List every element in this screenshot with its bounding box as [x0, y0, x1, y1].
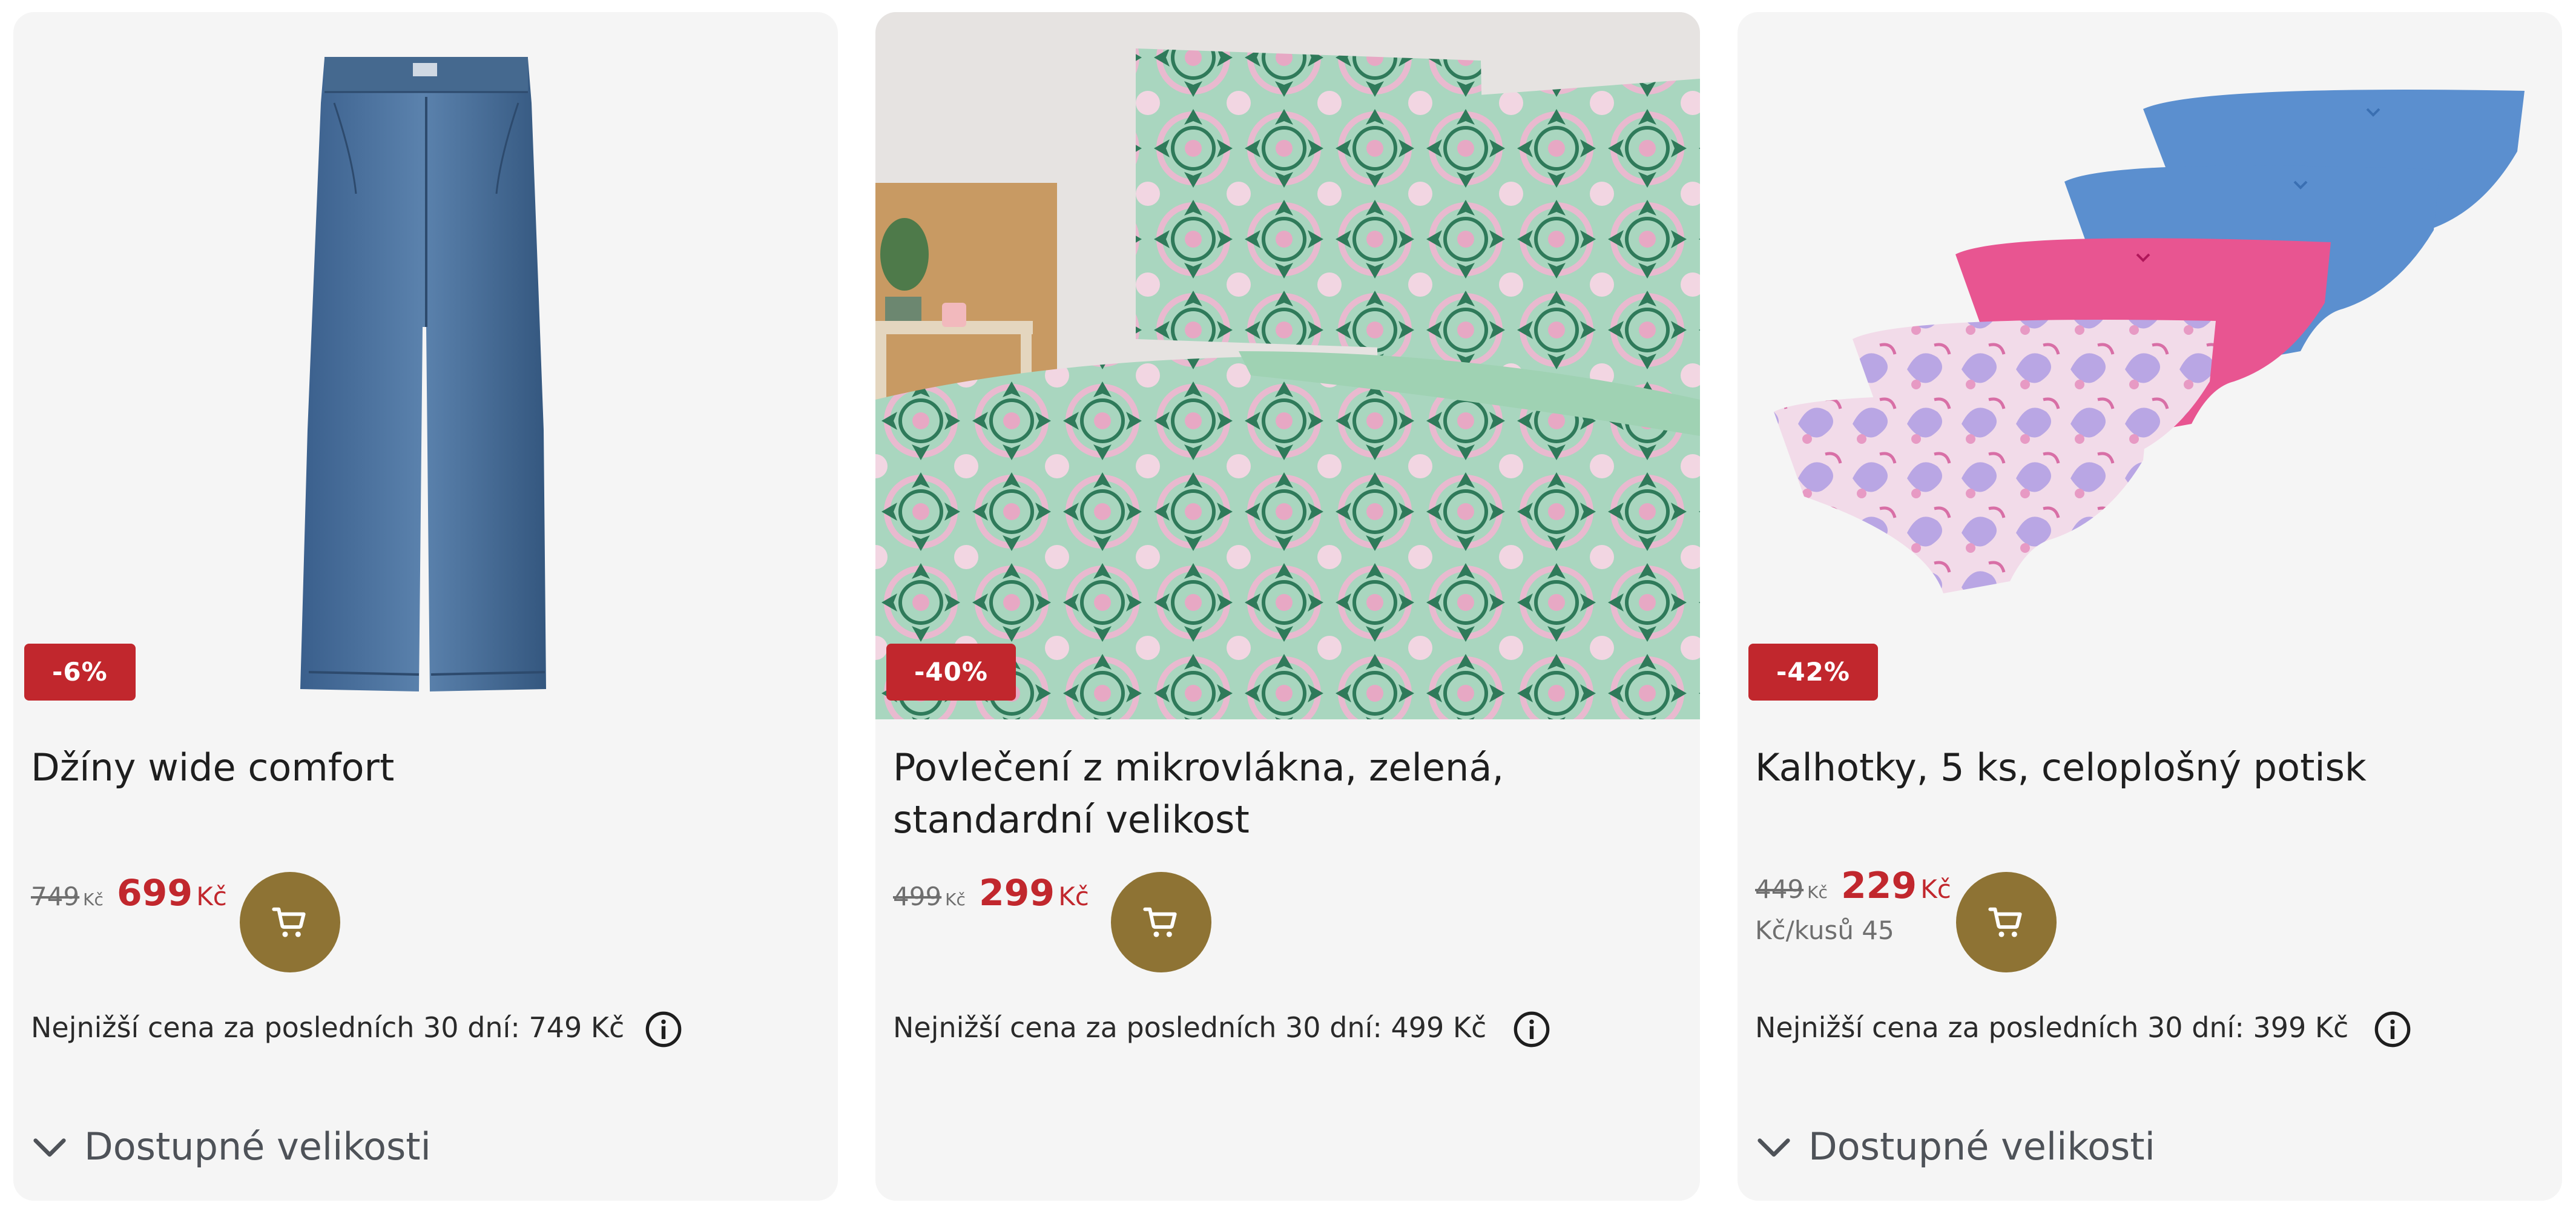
- sale-price: 699: [116, 872, 193, 914]
- chevron-down-icon: [1757, 1138, 1790, 1157]
- old-price-currency: Kč: [83, 889, 104, 909]
- product-image[interactable]: -40%: [875, 12, 1700, 719]
- product-grid: -6% Džíny wide comfort 749 Kč 699 Kč Nejniž…: [0, 0, 2576, 1211]
- old-price: 449: [1755, 874, 1804, 904]
- sale-price-currency: Kč: [196, 882, 227, 911]
- product-title[interactable]: Povlečení z mikrovlákna, zelená, standar…: [893, 742, 1680, 846]
- discount-badge: -40%: [886, 644, 1016, 701]
- add-to-cart-button[interactable]: [240, 872, 340, 972]
- product-card[interactable]: -40% Povlečení z mikrovlákna, zelená, st…: [875, 12, 1700, 1201]
- old-price: 499: [893, 882, 942, 911]
- info-button[interactable]: [1512, 1010, 1551, 1049]
- cart-icon: [1143, 907, 1177, 937]
- info-icon: [1514, 1011, 1550, 1048]
- discount-badge: -42%: [1748, 644, 1878, 701]
- product-title[interactable]: Džíny wide comfort: [31, 742, 818, 794]
- info-button[interactable]: [644, 1010, 683, 1049]
- info-icon: [2374, 1011, 2411, 1048]
- available-sizes-toggle[interactable]: Dostupné velikosti: [31, 1124, 431, 1169]
- product-card[interactable]: -42% Kalhotky, 5 ks, celoplošný potisk 4…: [1738, 12, 2562, 1201]
- lowest-price-note: Nejnižší cena za posledních 30 dní: 499 …: [893, 1011, 1487, 1044]
- sale-price: 229: [1840, 865, 1917, 907]
- product-image[interactable]: -42%: [1738, 12, 2562, 719]
- add-to-cart-button[interactable]: [1111, 872, 1211, 972]
- available-sizes-label: Dostupné velikosti: [1808, 1124, 2155, 1169]
- price-row: 499 Kč 299 Kč: [893, 872, 1680, 975]
- price-block: 749 Kč 699 Kč: [31, 872, 227, 914]
- available-sizes-label: Dostupné velikosti: [84, 1124, 431, 1169]
- chevron-down-icon: [33, 1138, 66, 1157]
- unit-price: Kč/kusů 45: [1755, 916, 1894, 945]
- product-image[interactable]: -6%: [13, 12, 838, 719]
- old-price-currency: Kč: [945, 889, 966, 909]
- jeans-image-icon: [300, 57, 546, 691]
- available-sizes-toggle[interactable]: Dostupné velikosti: [1755, 1124, 2155, 1169]
- cart-icon: [1988, 907, 2022, 937]
- price-row: 749 Kč 699 Kč: [31, 872, 818, 975]
- discount-badge: -6%: [24, 644, 136, 701]
- info-button[interactable]: [2373, 1010, 2412, 1049]
- add-to-cart-button[interactable]: [1956, 872, 2057, 972]
- old-price: 749: [31, 882, 80, 911]
- bedding-image-icon: [875, 12, 1700, 719]
- lowest-price-note: Nejnižší cena za posledních 30 dní: 399 …: [1755, 1011, 2349, 1044]
- product-card[interactable]: -6% Džíny wide comfort 749 Kč 699 Kč Nejniž…: [13, 12, 838, 1201]
- price-block: 499 Kč 299 Kč: [893, 872, 1089, 914]
- old-price-currency: Kč: [1807, 882, 1828, 902]
- sale-price-currency: Kč: [1058, 882, 1089, 911]
- cart-icon: [272, 907, 306, 937]
- underwear-set-image-icon: [1774, 90, 2525, 593]
- sale-price: 299: [978, 872, 1055, 914]
- price-row: 449 Kč 229 Kč Kč/kusů 45: [1755, 865, 2542, 975]
- price-block: 449 Kč 229 Kč Kč/kusů 45: [1755, 865, 1951, 945]
- product-title[interactable]: Kalhotky, 5 ks, celoplošný potisk: [1755, 742, 2542, 794]
- sale-price-currency: Kč: [1920, 874, 1951, 904]
- info-icon: [645, 1011, 682, 1048]
- lowest-price-note: Nejnižší cena za posledních 30 dní: 749 …: [31, 1011, 625, 1044]
